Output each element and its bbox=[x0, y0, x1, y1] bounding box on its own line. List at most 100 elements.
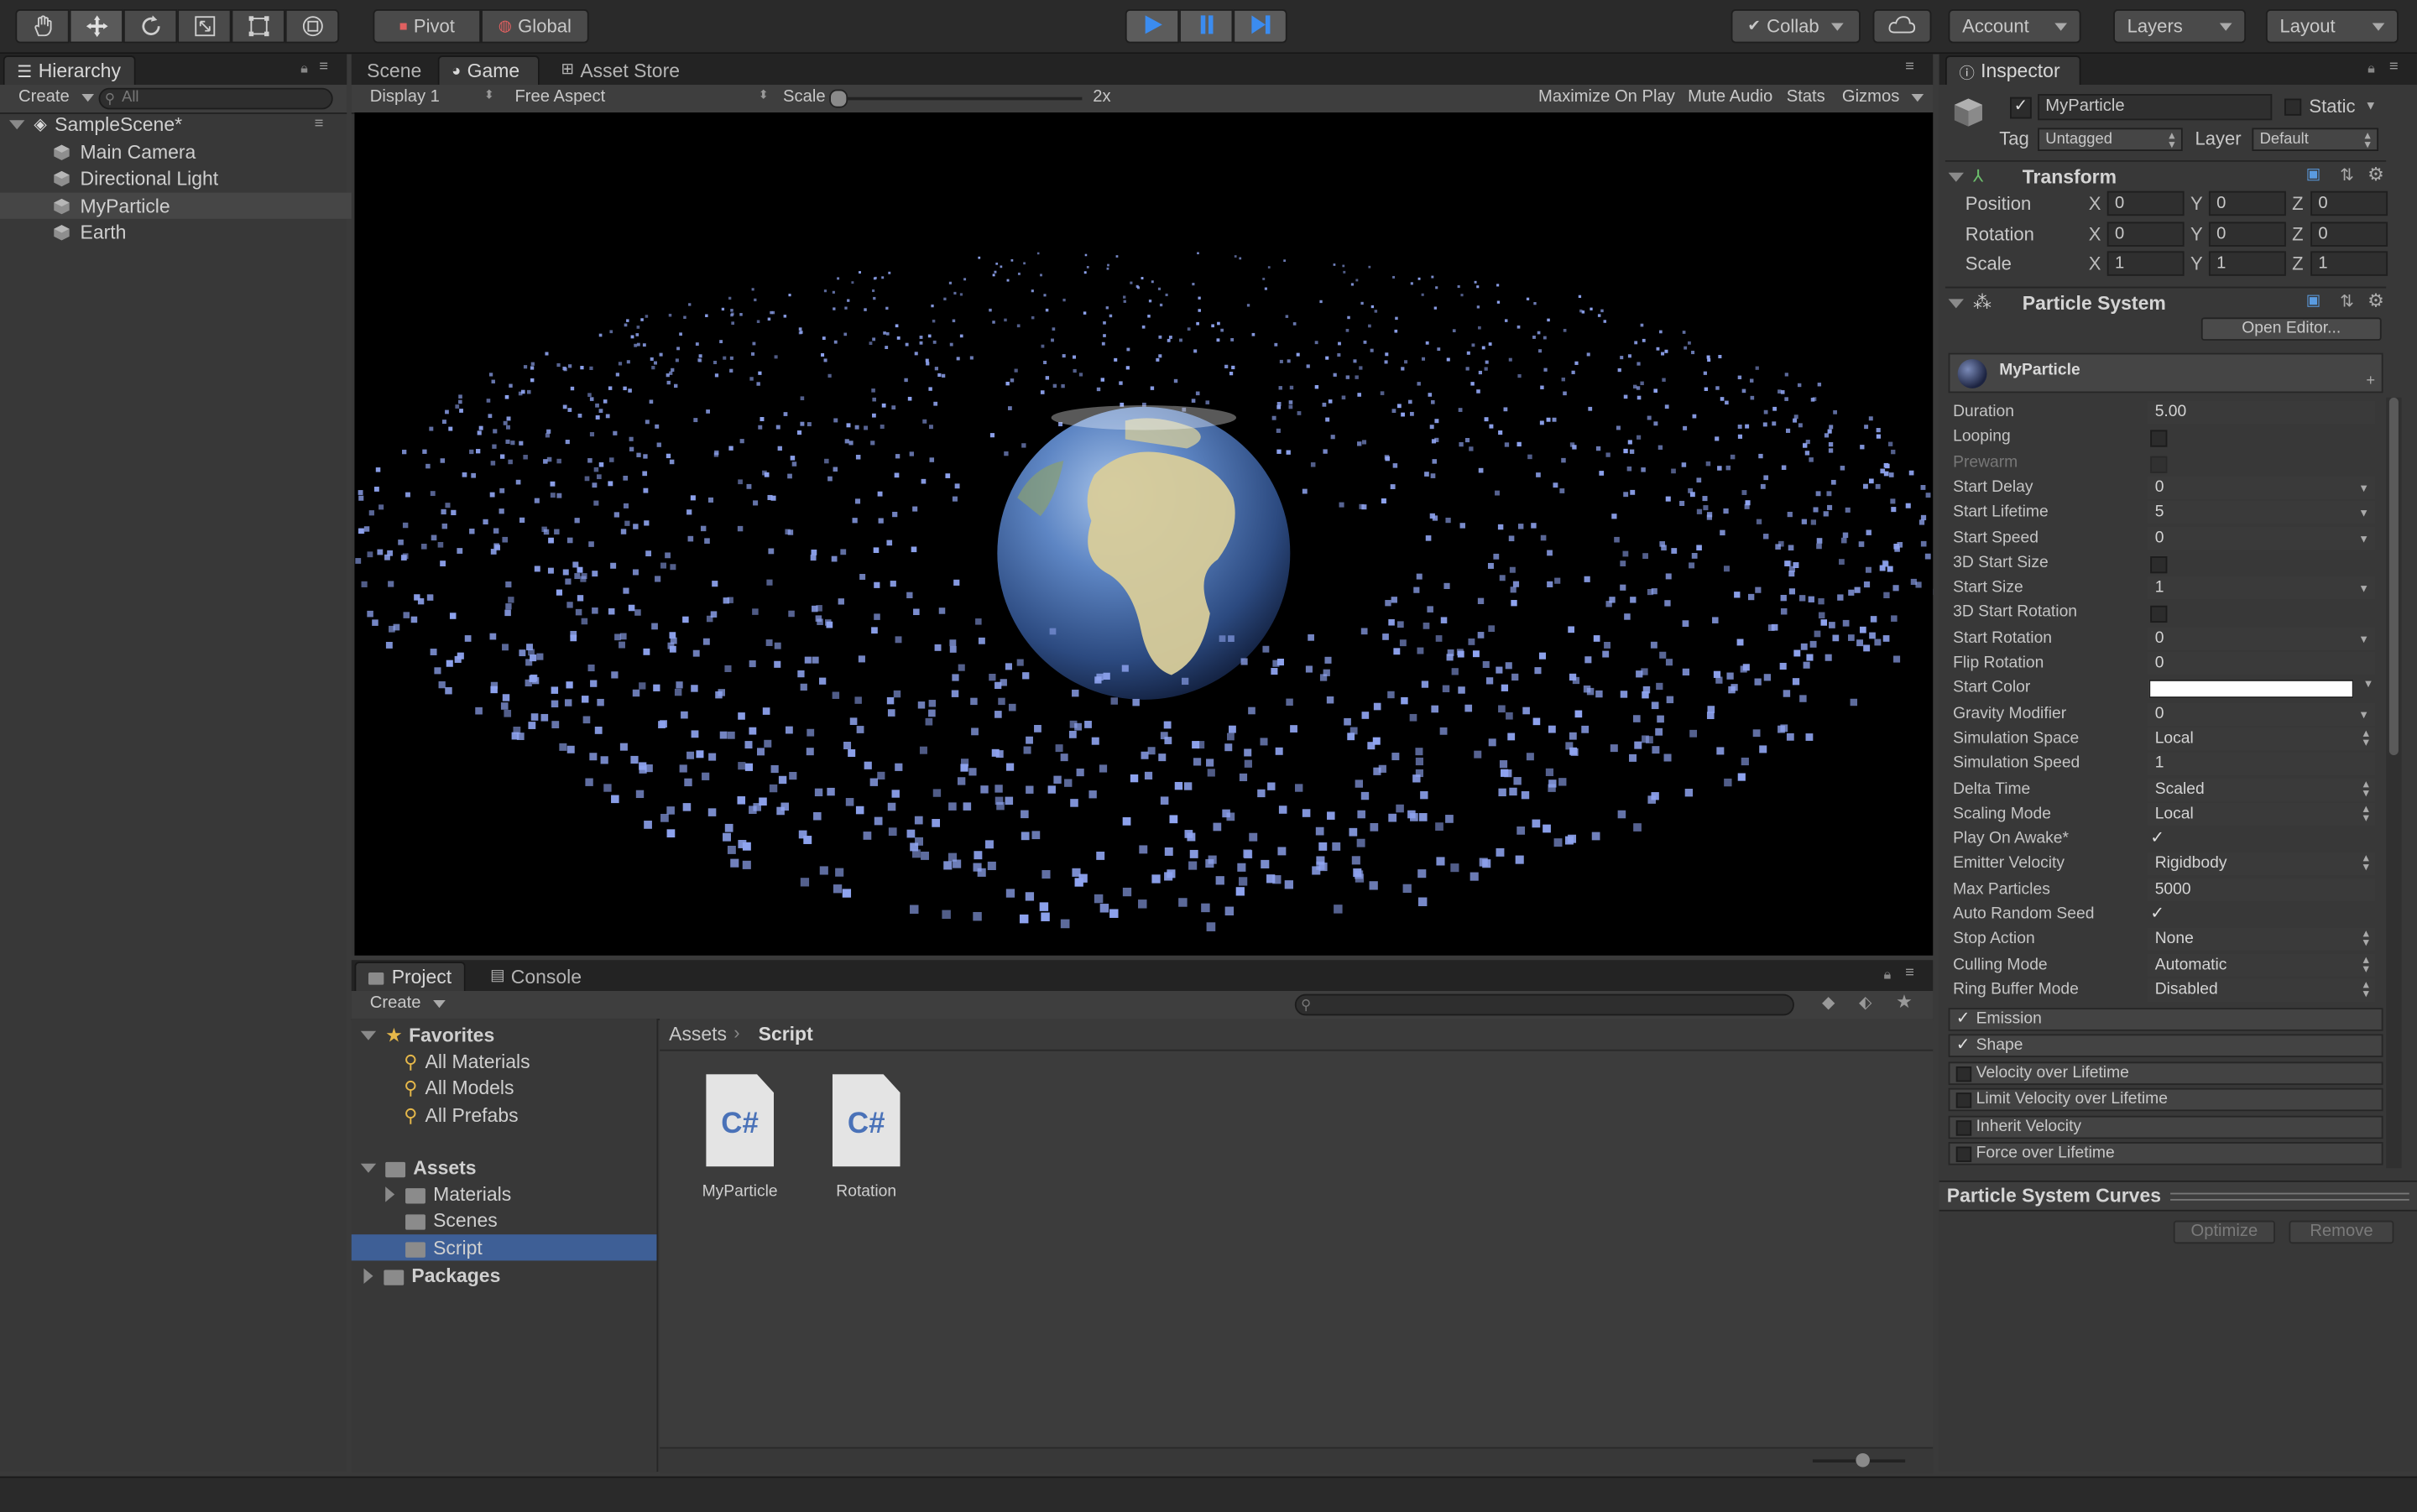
filter-label-icon[interactable]: ⬖ bbox=[1859, 993, 1872, 1013]
global-button[interactable]: ◍ Global bbox=[481, 9, 589, 43]
panel-menu-icon[interactable]: ≡ bbox=[1905, 59, 1914, 76]
rect-tool-button[interactable] bbox=[232, 9, 285, 43]
pause-button[interactable] bbox=[1179, 9, 1233, 43]
project-create-dropdown[interactable]: Create bbox=[370, 994, 446, 1013]
filter-type-icon[interactable]: ◆ bbox=[1822, 993, 1835, 1013]
favorite-item[interactable]: ⚲All Materials bbox=[404, 1048, 530, 1074]
preset-icon[interactable]: ⇅ bbox=[2340, 291, 2354, 311]
property-checkbox[interactable] bbox=[2150, 430, 2167, 447]
optimize-button[interactable]: Optimize bbox=[2174, 1221, 2275, 1244]
curve-dropdown-icon[interactable]: ▼ bbox=[2358, 477, 2369, 501]
favorite-item[interactable]: ⚲All Models bbox=[404, 1075, 514, 1101]
active-checkbox[interactable]: ✓ bbox=[2010, 97, 2032, 119]
asset-folder-row[interactable]: Scenes bbox=[352, 1207, 657, 1233]
module-row[interactable]: Velocity over Lifetime bbox=[1949, 1061, 2383, 1085]
curve-dropdown-icon[interactable]: ▼ bbox=[2358, 578, 2369, 602]
breadcrumb-assets[interactable]: Assets bbox=[669, 1024, 727, 1045]
lock-icon[interactable]: 🔒︎ bbox=[2367, 60, 2375, 77]
module-checkbox[interactable]: ✓ bbox=[1956, 1040, 1969, 1052]
scene-menu-icon[interactable]: ≡ bbox=[315, 116, 324, 133]
remove-button[interactable]: Remove bbox=[2289, 1221, 2394, 1244]
lock-icon[interactable]: 🔒︎ bbox=[1883, 967, 1891, 983]
property-value-field[interactable]: 0▼ bbox=[2148, 702, 2376, 726]
transform-z-field[interactable]: 0 bbox=[2310, 191, 2388, 216]
gear-icon[interactable]: ⚙ bbox=[2367, 289, 2384, 311]
dropdown-arrow-icon[interactable]: ▼ bbox=[2363, 680, 2374, 691]
tab-scene[interactable]: Scene bbox=[354, 55, 434, 85]
add-module-icon[interactable]: + bbox=[2366, 373, 2375, 389]
packages-row[interactable]: Packages bbox=[361, 1262, 501, 1288]
static-dropdown-icon[interactable]: ▼ bbox=[2364, 99, 2377, 113]
module-checkbox[interactable]: ✓ bbox=[1956, 1013, 1969, 1025]
hierarchy-item[interactable]: MyParticle bbox=[0, 193, 398, 219]
assets-row[interactable]: Assets bbox=[361, 1155, 477, 1181]
start-color-swatch[interactable] bbox=[2148, 680, 2353, 699]
inspector-scrollbar[interactable] bbox=[2386, 398, 2401, 1168]
property-value-field[interactable]: 5.00 bbox=[2148, 401, 2376, 425]
module-row[interactable]: ✓Emission bbox=[1949, 1008, 2383, 1031]
gizmos-dropdown[interactable]: Gizmos bbox=[1842, 88, 1924, 107]
hierarchy-search-input[interactable]: ⚲ All bbox=[99, 88, 333, 110]
game-view[interactable] bbox=[354, 112, 1933, 956]
transform-y-field[interactable]: 0 bbox=[2209, 222, 2286, 246]
module-checkbox[interactable] bbox=[1956, 1120, 1971, 1135]
maximize-on-play-toggle[interactable]: Maximize On Play bbox=[1538, 88, 1675, 107]
scale-tool-button[interactable] bbox=[177, 9, 231, 43]
panel-menu-icon[interactable]: ≡ bbox=[1905, 965, 1914, 982]
aspect-select[interactable]: Free Aspect bbox=[514, 88, 605, 107]
panel-menu-icon[interactable]: ≡ bbox=[319, 59, 328, 76]
module-row[interactable]: ✓Shape bbox=[1949, 1035, 2383, 1058]
collab-dropdown[interactable]: ✔ Collab bbox=[1731, 9, 1861, 43]
account-dropdown[interactable]: Account bbox=[1949, 9, 2081, 43]
create-dropdown[interactable]: Create bbox=[18, 88, 94, 107]
help-book-icon[interactable]: ▣ bbox=[2306, 293, 2320, 310]
module-checkbox[interactable] bbox=[1956, 1093, 1971, 1108]
lock-icon[interactable]: 🔒︎ bbox=[300, 60, 308, 77]
tab-inspector[interactable]: ⓘ Inspector bbox=[1945, 55, 2081, 85]
tab-asset-store[interactable]: ⊞ Asset Store bbox=[549, 55, 692, 85]
module-row[interactable]: Force over Lifetime bbox=[1949, 1142, 2383, 1165]
property-checkbox[interactable] bbox=[2150, 607, 2167, 623]
script-file[interactable]: C#Rotation bbox=[820, 1074, 912, 1212]
property-value-field[interactable]: Scaled▴▾ bbox=[2148, 778, 2376, 801]
hierarchy-item[interactable]: Main Camera bbox=[0, 138, 398, 164]
transform-header[interactable]: ⅄ Transform ▣ ⇅ ⚙ bbox=[1945, 160, 2386, 191]
static-checkbox[interactable] bbox=[2284, 99, 2301, 116]
module-row[interactable]: Limit Velocity over Lifetime bbox=[1949, 1088, 2383, 1112]
property-value-field[interactable]: 1 bbox=[2148, 753, 2376, 776]
favorites-row[interactable]: ★ Favorites bbox=[361, 1022, 494, 1048]
transform-x-field[interactable]: 1 bbox=[2107, 251, 2185, 275]
module-checkbox[interactable] bbox=[1956, 1066, 1971, 1082]
hierarchy-item[interactable]: Directional Light bbox=[0, 165, 398, 191]
property-value-field[interactable]: 1▼ bbox=[2148, 576, 2376, 600]
property-checkbox[interactable]: ✓ bbox=[2150, 908, 2164, 922]
layers-dropdown[interactable]: Layers bbox=[2113, 9, 2246, 43]
tab-console[interactable]: ▤ Console bbox=[478, 962, 593, 991]
layer-select[interactable]: Default▴▾ bbox=[2252, 128, 2378, 151]
transform-x-field[interactable]: 0 bbox=[2107, 191, 2185, 216]
drag-handle[interactable] bbox=[2170, 1193, 2409, 1201]
asset-folder-row[interactable]: Script bbox=[352, 1234, 657, 1260]
tab-project[interactable]: Project bbox=[354, 962, 465, 991]
property-value-field[interactable]: 0▼ bbox=[2148, 476, 2376, 499]
property-value-field[interactable]: Local▴▾ bbox=[2148, 803, 2376, 826]
project-search-input[interactable]: ⚲ bbox=[1295, 994, 1794, 1016]
favorite-item[interactable]: ⚲All Prefabs bbox=[404, 1102, 518, 1128]
play-button[interactable] bbox=[1125, 9, 1179, 43]
cloud-button[interactable] bbox=[1873, 9, 1932, 43]
icon-size-slider-handle[interactable] bbox=[1856, 1453, 1870, 1468]
module-row[interactable]: Inherit Velocity bbox=[1949, 1115, 2383, 1139]
breadcrumb-script[interactable]: Script bbox=[759, 1024, 813, 1045]
property-checkbox[interactable] bbox=[2150, 556, 2167, 573]
pivot-button[interactable]: ■ Pivot bbox=[373, 9, 481, 43]
transform-x-field[interactable]: 0 bbox=[2107, 222, 2185, 246]
scene-row[interactable]: ◈ SampleScene* ≡ bbox=[0, 111, 354, 137]
property-value-field[interactable]: 0▼ bbox=[2148, 627, 2376, 650]
tag-select[interactable]: Untagged▴▾ bbox=[2038, 128, 2183, 151]
star-filter-icon[interactable]: ★ bbox=[1896, 991, 1913, 1013]
gear-icon[interactable]: ⚙ bbox=[2367, 164, 2384, 185]
curve-dropdown-icon[interactable]: ▼ bbox=[2358, 528, 2369, 551]
preset-icon[interactable]: ⇅ bbox=[2340, 165, 2354, 185]
tab-game[interactable]: ◕ Game bbox=[438, 55, 540, 85]
display-select[interactable]: Display 1 bbox=[370, 88, 440, 107]
